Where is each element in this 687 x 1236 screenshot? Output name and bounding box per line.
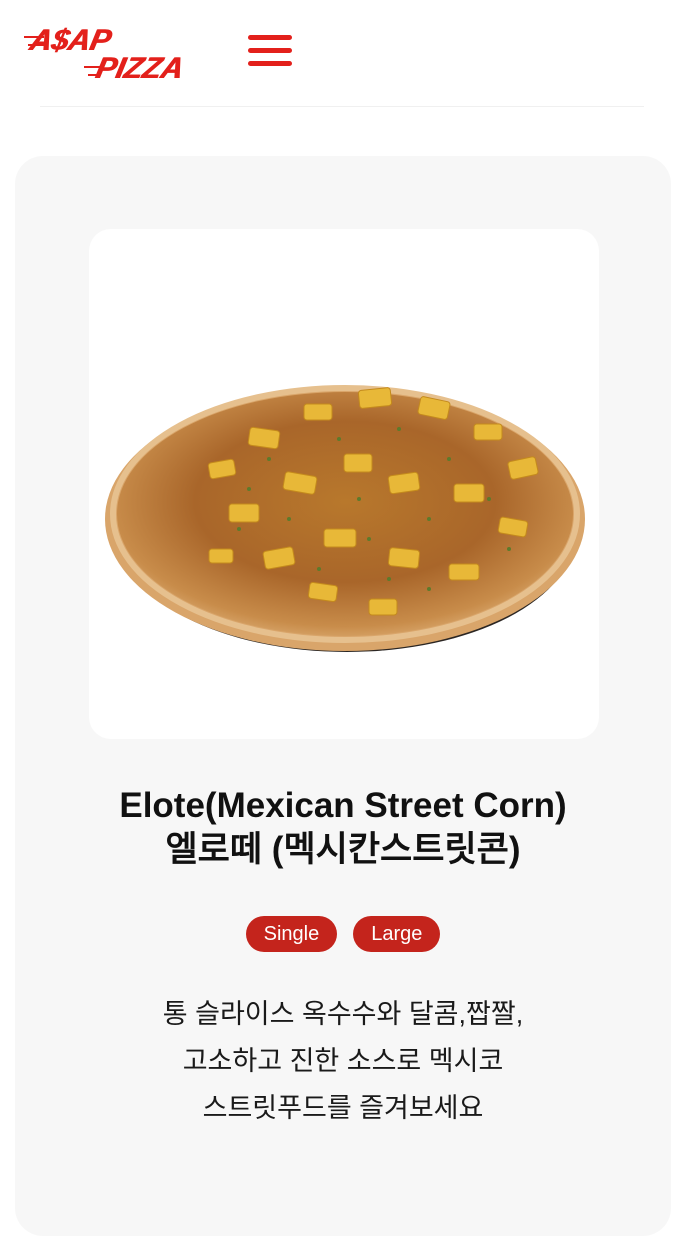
product-image	[89, 229, 599, 739]
site-header: A$AP PIZZA	[0, 0, 687, 108]
product-title-english: Elote(Mexican Street Corn)	[119, 786, 567, 825]
description-line: 고소하고 진한 소스로 멕시코	[182, 1046, 504, 1076]
menu-bar	[248, 61, 292, 66]
size-badge-large[interactable]: Large	[353, 916, 441, 952]
product-title: Elote(Mexican Street Corn) 엘로떼 (멕시칸스트릿콘)	[15, 784, 671, 872]
product-card: Elote(Mexican Street Corn) 엘로떼 (멕시칸스트릿콘)…	[15, 156, 671, 1236]
hamburger-menu-icon[interactable]	[246, 30, 294, 70]
pizza-image-icon	[105, 385, 585, 652]
size-badge-single[interactable]: Single	[245, 916, 338, 952]
size-options: Single Large	[15, 916, 671, 952]
logo-text-pizza: PIZZA	[92, 52, 187, 85]
menu-bar	[248, 35, 292, 40]
product-title-korean: 엘로떼 (멕시칸스트릿콘)	[165, 830, 521, 869]
product-description: 통 슬라이스 옥수수와 달콤,짭짤, 고소하고 진한 소스로 멕시코 스트릿푸드…	[55, 991, 631, 1132]
description-line: 통 슬라이스 옥수수와 달콤,짭짤,	[162, 999, 524, 1029]
header-divider	[40, 106, 644, 107]
menu-bar	[248, 48, 292, 53]
asap-pizza-logo[interactable]: A$AP PIZZA	[24, 20, 204, 92]
description-line: 스트릿푸드를 즐겨보세요	[202, 1093, 484, 1123]
